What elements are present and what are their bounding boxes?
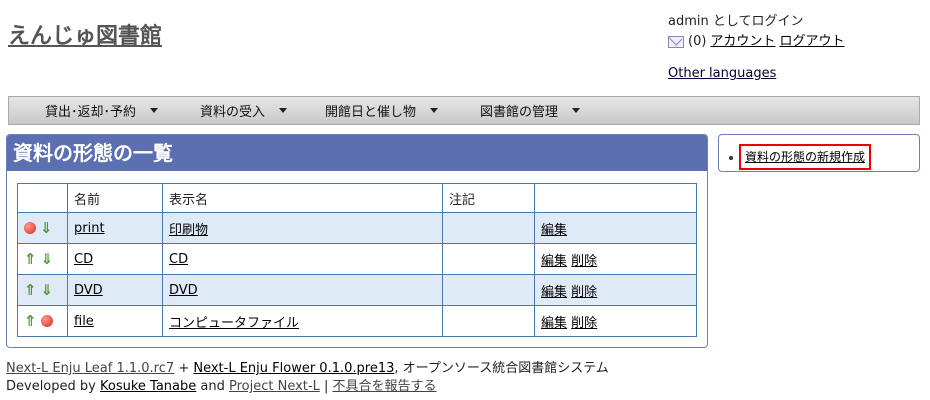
author-link[interactable]: Kosuke Tanabe bbox=[100, 379, 196, 394]
separator: | bbox=[323, 379, 329, 394]
name-link[interactable]: file bbox=[74, 314, 94, 329]
column-header: 名前 bbox=[67, 183, 163, 213]
name-link[interactable]: CD bbox=[74, 252, 93, 267]
other-languages-link[interactable]: Other languages bbox=[668, 66, 776, 81]
move-up-icon[interactable]: ⇑ bbox=[24, 252, 37, 267]
edit-link[interactable]: 編集 bbox=[541, 285, 567, 300]
login-status: admin としてログイン bbox=[668, 14, 804, 29]
table-header-row: 名前 表示名 注記 bbox=[17, 183, 697, 213]
footer-description: , オープンソース統合図書館システム bbox=[394, 361, 609, 376]
menu-label: 図書館の管理 bbox=[480, 105, 559, 120]
display-name-link[interactable]: DVD bbox=[169, 283, 198, 298]
menu-label: 貸出･返却･予約 bbox=[45, 105, 137, 120]
report-bug-link[interactable]: 不具合を報告する bbox=[333, 379, 437, 394]
note-cell bbox=[442, 305, 535, 337]
side-list-item: 資料の形態の新規作成 bbox=[729, 144, 872, 170]
column-header: 表示名 bbox=[162, 183, 443, 213]
caret-down-icon bbox=[150, 108, 159, 113]
enju-leaf-link[interactable]: Next-L Enju Leaf 1.1.0.rc7 bbox=[6, 361, 174, 376]
logout-link[interactable]: ログアウト bbox=[779, 32, 844, 52]
main-menu: 貸出･返却･予約 資料の受入 開館日と催し物 図書館の管理 bbox=[8, 96, 920, 125]
menu-circulation[interactable]: 貸出･返却･予約 bbox=[45, 101, 176, 120]
project-link[interactable]: Project Next-L bbox=[229, 379, 320, 394]
menu-acquisition[interactable]: 資料の受入 bbox=[200, 101, 305, 120]
move-down-icon[interactable]: ⇓ bbox=[41, 283, 54, 298]
table-row: ⇓ print 印刷物 編集 bbox=[17, 212, 697, 244]
menu-events[interactable]: 開館日と催し物 bbox=[325, 101, 456, 120]
carrier-type-table: 名前 表示名 注記 ⇓ print 印刷物 編集 ⇑ ⇓ CD CD 編集 削除 … bbox=[17, 183, 697, 337]
login-box: admin としてログイン (0) アカウント ログアウト bbox=[668, 12, 844, 52]
note-cell bbox=[442, 212, 535, 244]
move-up-icon[interactable]: ⇑ bbox=[24, 283, 37, 298]
note-cell bbox=[442, 243, 535, 275]
plus-sign: + bbox=[178, 361, 190, 376]
caret-down-icon bbox=[279, 108, 288, 113]
name-link[interactable]: DVD bbox=[74, 283, 103, 298]
column-header: 注記 bbox=[442, 183, 535, 213]
main-panel: 資料の形態の一覧 名前 表示名 注記 ⇓ print 印刷物 編集 ⇑ ⇓ CD … bbox=[6, 134, 708, 348]
footer: Next-L Enju Leaf 1.1.0.rc7 + Next-L Enju… bbox=[6, 360, 609, 396]
footer-line-2: Developed by Kosuke Tanabe and Project N… bbox=[6, 378, 609, 396]
display-name-link[interactable]: コンピュータファイル bbox=[169, 316, 299, 331]
menu-label: 資料の受入 bbox=[200, 105, 266, 120]
page-title: 資料の形態の一覧 bbox=[7, 135, 707, 171]
menu-admin[interactable]: 図書館の管理 bbox=[480, 101, 598, 120]
name-link[interactable]: print bbox=[74, 221, 105, 236]
site-title[interactable]: えんじゅ図書館 bbox=[8, 18, 162, 50]
display-name-link[interactable]: 印刷物 bbox=[169, 223, 208, 238]
menu-label: 開館日と催し物 bbox=[325, 105, 417, 120]
edit-link[interactable]: 編集 bbox=[541, 223, 567, 238]
delete-link[interactable]: 削除 bbox=[571, 316, 597, 331]
message-count: (0) bbox=[688, 34, 707, 49]
table-row: ⇑ file コンピュータファイル 編集 削除 bbox=[17, 305, 697, 337]
move-down-icon[interactable]: ⇓ bbox=[41, 252, 54, 267]
display-name-link[interactable]: CD bbox=[169, 252, 188, 267]
and-text: and bbox=[200, 379, 225, 394]
bullet-icon bbox=[729, 155, 733, 160]
move-down-icon[interactable]: ⇓ bbox=[40, 221, 53, 236]
mail-icon[interactable] bbox=[668, 36, 684, 48]
caret-down-icon bbox=[430, 108, 439, 113]
caret-down-icon bbox=[572, 108, 581, 113]
side-panel: 資料の形態の新規作成 bbox=[718, 134, 920, 172]
account-link[interactable]: アカウント bbox=[710, 32, 775, 52]
footer-line-1: Next-L Enju Leaf 1.1.0.rc7 + Next-L Enju… bbox=[6, 360, 609, 378]
column-header bbox=[17, 183, 68, 213]
new-carrier-type-link[interactable]: 資料の形態の新規作成 bbox=[745, 150, 865, 164]
delete-link[interactable]: 削除 bbox=[571, 285, 597, 300]
stop-icon bbox=[24, 222, 36, 234]
edit-link[interactable]: 編集 bbox=[541, 254, 567, 269]
delete-link[interactable]: 削除 bbox=[571, 254, 597, 269]
developed-by-text: Developed by bbox=[6, 379, 96, 394]
column-header bbox=[534, 183, 697, 213]
enju-flower-link[interactable]: Next-L Enju Flower 0.1.0.pre13 bbox=[193, 361, 394, 376]
edit-link[interactable]: 編集 bbox=[541, 316, 567, 331]
stop-icon bbox=[40, 315, 53, 327]
table-row: ⇑ ⇓ DVD DVD 編集 削除 bbox=[17, 274, 697, 306]
note-cell bbox=[442, 274, 535, 306]
move-up-icon[interactable]: ⇑ bbox=[24, 314, 37, 329]
highlight-box: 資料の形態の新規作成 bbox=[739, 144, 872, 170]
table-row: ⇑ ⇓ CD CD 編集 削除 bbox=[17, 243, 697, 275]
